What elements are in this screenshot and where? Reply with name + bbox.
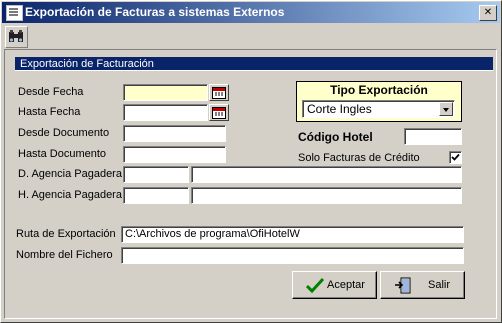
tipo-exportacion-select[interactable]: Corte Ingles: [302, 100, 455, 118]
ruta-input[interactable]: C:\Archivos de programa\OfiHotelW: [121, 226, 464, 243]
aceptar-label: Aceptar: [327, 279, 365, 291]
salir-button[interactable]: Salir: [380, 271, 465, 299]
binoculars-icon: [9, 30, 23, 42]
hasta-fecha-label: Hasta Fecha: [18, 106, 81, 118]
calendar-icon: [212, 107, 226, 119]
chevron-down-icon[interactable]: [439, 102, 453, 116]
checkmark-icon: [306, 277, 324, 293]
hasta-fecha-input[interactable]: [123, 104, 208, 121]
desde-fecha-input[interactable]: [123, 84, 208, 101]
codigo-hotel-label: Código Hotel: [298, 130, 373, 144]
d-agencia-label: D. Agencia Pagadera: [18, 168, 122, 180]
solo-credito-label: Solo Facturas de Crédito: [298, 152, 420, 164]
title-bar[interactable]: Exportación de Facturas a sistemas Exter…: [2, 2, 500, 23]
desde-fecha-label: Desde Fecha: [18, 86, 84, 98]
tipo-exportacion-value: Corte Ingles: [307, 102, 372, 116]
hasta-documento-input[interactable]: [123, 146, 226, 163]
codigo-hotel-input[interactable]: [404, 128, 462, 145]
tipo-exportacion-panel: Tipo Exportación Corte Ingles: [296, 81, 462, 122]
h-agencia-label: H. Agencia Pagadera: [18, 189, 122, 201]
h-agencia-name-input[interactable]: [191, 187, 462, 204]
calendar-icon: [212, 87, 226, 99]
salir-label: Salir: [428, 279, 451, 291]
close-button[interactable]: ✕: [479, 5, 497, 21]
checkmark-icon: [451, 153, 460, 161]
ruta-label: Ruta de Exportación: [16, 228, 116, 240]
desde-documento-input[interactable]: [123, 125, 226, 142]
nombre-input[interactable]: [121, 247, 464, 264]
solo-credito-checkbox[interactable]: [449, 151, 462, 164]
section-title: Exportación de Facturación: [15, 57, 493, 71]
search-button[interactable]: [5, 26, 28, 48]
hasta-documento-label: Hasta Documento: [18, 148, 107, 160]
app-icon: [6, 5, 23, 21]
exit-door-icon: [395, 277, 411, 294]
hasta-fecha-calendar-button[interactable]: [209, 104, 229, 121]
desde-documento-label: Desde Documento: [18, 127, 110, 139]
d-agencia-name-input[interactable]: [191, 166, 462, 183]
aceptar-button[interactable]: Aceptar: [292, 271, 377, 299]
tipo-exportacion-title: Tipo Exportación: [330, 83, 428, 97]
d-agencia-code-input[interactable]: [123, 166, 189, 183]
desde-fecha-calendar-button[interactable]: [209, 84, 229, 101]
nombre-label: Nombre del Fichero: [16, 249, 113, 261]
window-title: Exportación de Facturas a sistemas Exter…: [25, 5, 285, 19]
h-agencia-code-input[interactable]: [123, 187, 189, 204]
export-dialog: Exportación de Facturas a sistemas Exter…: [0, 0, 502, 323]
